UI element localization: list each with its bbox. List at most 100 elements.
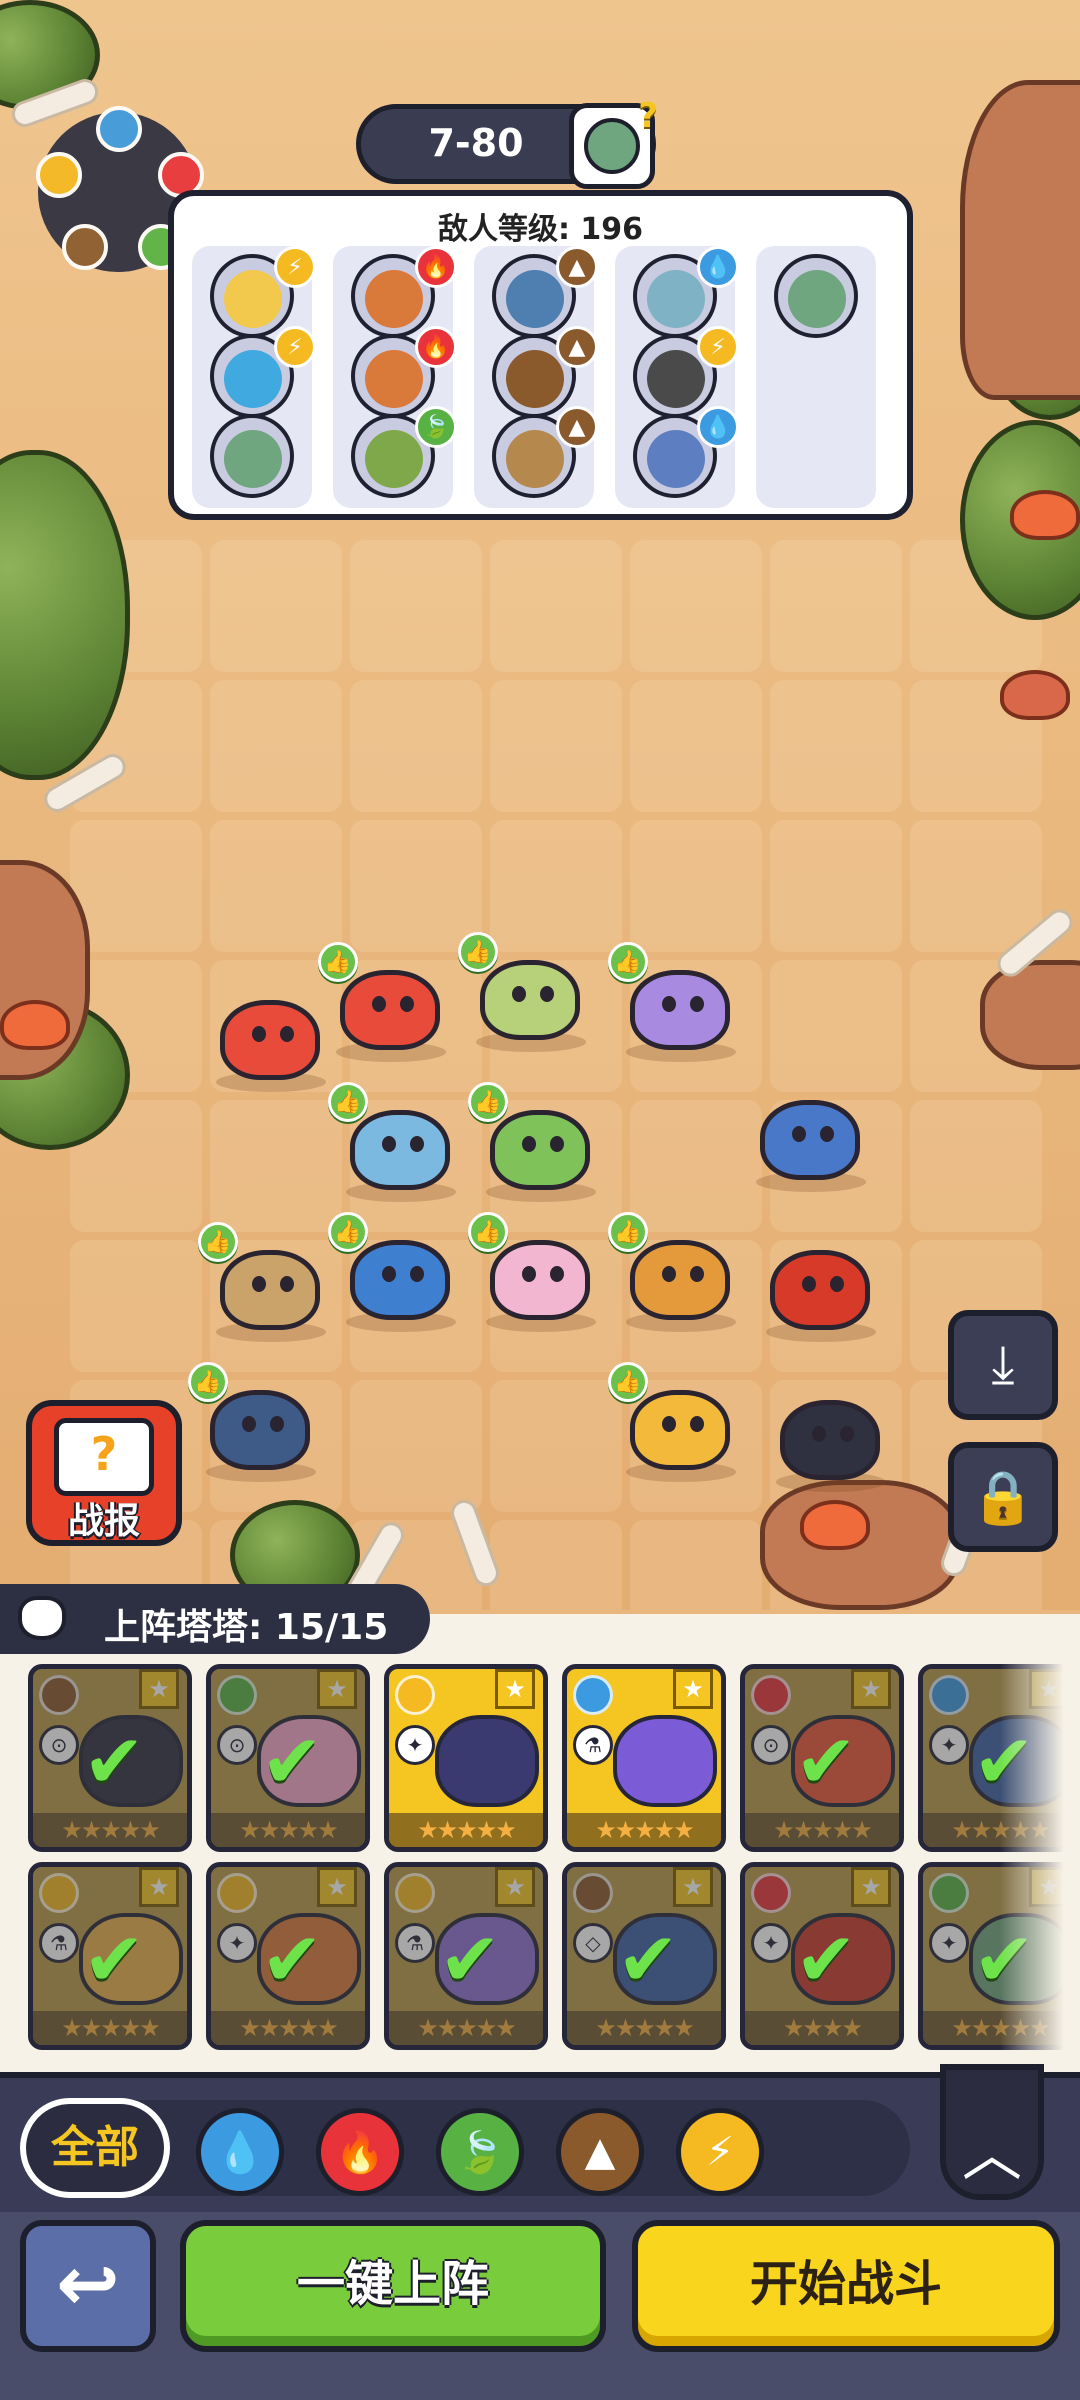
field-monster[interactable]: 👍	[608, 1362, 740, 1482]
monster-body	[340, 970, 440, 1050]
field-monster[interactable]: 👍	[608, 942, 740, 1062]
monster-body	[490, 1240, 590, 1320]
enemy-face	[788, 270, 846, 328]
enemy-face	[506, 350, 564, 408]
monster-body	[760, 1100, 860, 1180]
chevron-up-icon: ︿	[962, 2120, 1022, 2190]
tower-card[interactable]: ★ ⊙ ★★★★★ ✔	[28, 1664, 192, 1852]
board-tile	[210, 540, 342, 672]
question-mark-icon: ?	[90, 1427, 118, 1481]
start-battle-button[interactable]: 开始战斗	[632, 2220, 1060, 2352]
monster-body	[350, 1240, 450, 1320]
tower-card[interactable]: ★ ◇ ★★★★★ ✔	[562, 1862, 726, 2050]
question-mark-icon: ?	[638, 96, 658, 136]
lightning-icon: ⚡	[705, 2129, 735, 2175]
enemy-face	[647, 430, 705, 488]
filter-lightning-button[interactable]: ⚡	[676, 2108, 764, 2196]
field-monster[interactable]: 👍	[328, 1082, 460, 1202]
lightning-icon: ⚡	[274, 246, 316, 288]
thumbs-up-icon: 👍	[188, 1362, 228, 1402]
enemy-avatar[interactable]	[774, 254, 858, 338]
earth-icon: ▲	[556, 326, 598, 368]
monster-eye	[830, 1276, 844, 1292]
lock-button[interactable]: 🔒	[948, 1442, 1058, 1552]
board-tile	[490, 540, 622, 672]
fire-icon: 🔥	[415, 326, 457, 368]
download-button[interactable]: ⤓	[948, 1310, 1058, 1420]
board-tile	[770, 820, 902, 952]
tower-card-list[interactable]: ★⊙★★★★★✔★⊙★★★★★✔★✦★★★★★★⚗★★★★★★⊙★★★★★✔★✦…	[0, 1614, 1080, 2074]
filter-earth-button[interactable]: ▲	[556, 2108, 644, 2196]
enemy-face	[365, 430, 423, 488]
board-tile	[910, 1100, 1042, 1232]
fire-icon: 🔥	[415, 246, 457, 288]
field-monster[interactable]: 👍	[468, 1212, 600, 1332]
checkmark-icon: ✔	[795, 1719, 858, 1805]
earth-icon	[62, 224, 108, 270]
rock-decoration	[980, 960, 1080, 1070]
checkmark-icon: ✔	[261, 1917, 324, 2003]
monster-body	[780, 1400, 880, 1480]
field-monster[interactable]: 👍	[198, 1222, 330, 1342]
filter-fire-button[interactable]: 🔥	[316, 2108, 404, 2196]
tower-card[interactable]: ★✦★★★★★✔	[206, 1862, 370, 2050]
monster-eye	[690, 996, 704, 1012]
star-icon: ★	[495, 1669, 535, 1709]
filter-all-button[interactable]: 全部	[20, 2098, 170, 2198]
tower-card[interactable]: ★ ✦ ★★★★ ✔	[740, 1862, 904, 2050]
card-monster-portrait	[435, 1715, 539, 1807]
monster-eye	[280, 1276, 294, 1292]
board-tile	[350, 540, 482, 672]
enemy-column: ▲ ▲ ▲	[474, 246, 598, 508]
flower-decoration	[1000, 670, 1070, 720]
field-monster[interactable]: 👍	[188, 1362, 320, 1482]
field-monster[interactable]: 👍	[318, 942, 450, 1062]
tower-card[interactable]: ★ ⚗ ★★★★★ ✔	[28, 1862, 192, 2050]
field-monster[interactable]: 👍	[608, 1212, 740, 1332]
checkmark-icon: ✔	[617, 1917, 680, 2003]
field-monster[interactable]: 👍	[468, 1082, 600, 1202]
battle-report-button[interactable]: ? 战报	[26, 1400, 182, 1546]
field-monster[interactable]: 👍	[328, 1212, 460, 1332]
enemy-avatar[interactable]	[210, 414, 294, 498]
cat-face-icon	[18, 1596, 66, 1640]
leaf-icon: 🍃	[415, 406, 457, 448]
clipboard-icon: ?	[54, 1418, 154, 1496]
board-tile	[630, 820, 762, 952]
monster-eye	[252, 1026, 266, 1042]
field-monster[interactable]	[210, 980, 330, 1092]
enemy-face	[506, 430, 564, 488]
tower-card[interactable]: ★ ⊙ ★★★★★ ✔	[740, 1664, 904, 1852]
tower-card[interactable]: ★ ⚗ ★★★★★	[562, 1664, 726, 1852]
auto-deploy-button[interactable]: 一键上阵	[180, 2220, 606, 2352]
enemy-column: 🔥 🔥 🍃	[333, 246, 457, 508]
tower-card[interactable]: ★ ⚗ ★★★★★ ✔	[384, 1862, 548, 2050]
element-icon	[395, 1675, 435, 1715]
water-icon: 💧	[215, 2129, 265, 2176]
filter-water-button[interactable]: 💧	[196, 2108, 284, 2196]
field-monster[interactable]	[770, 1380, 890, 1492]
thumbs-up-icon: 👍	[608, 942, 648, 982]
back-button[interactable]: ↩	[20, 2220, 156, 2352]
collapse-button[interactable]: ︿	[940, 2064, 1044, 2200]
download-icon: ⤓	[991, 1334, 1015, 1395]
deployed-count-label: 上阵塔塔: 15/15	[104, 1607, 389, 1648]
enemy-lineup-panel: 敌人等级: 196 ⚡ ⚡ 🔥 🔥 🍃 ▲ ▲ ▲ 💧 ⚡ 💧	[168, 190, 913, 520]
filter-leaf-button[interactable]: 🍃	[436, 2108, 524, 2196]
boss-preview-button[interactable]: ?	[569, 96, 658, 189]
board-tile	[630, 1100, 762, 1232]
back-arrow-icon: ↩	[56, 2239, 120, 2328]
lightning-icon	[36, 152, 82, 198]
tower-card[interactable]: ★ ⊙ ★★★★★ ✔	[206, 1664, 370, 1852]
tower-card[interactable]: ★ ✦ ★★★★★	[384, 1664, 548, 1852]
monster-body	[220, 1000, 320, 1080]
field-monster[interactable]: 👍	[458, 932, 590, 1052]
monster-body	[490, 1110, 590, 1190]
star-icon: ★	[673, 1669, 713, 1709]
monster-body	[770, 1250, 870, 1330]
monster-eye	[410, 1266, 424, 1282]
deployed-count-tab: 上阵塔塔: 15/15	[0, 1584, 430, 1654]
field-monster[interactable]	[750, 1080, 870, 1192]
field-monster[interactable]	[760, 1230, 880, 1342]
earth-icon: ▲	[556, 246, 598, 288]
